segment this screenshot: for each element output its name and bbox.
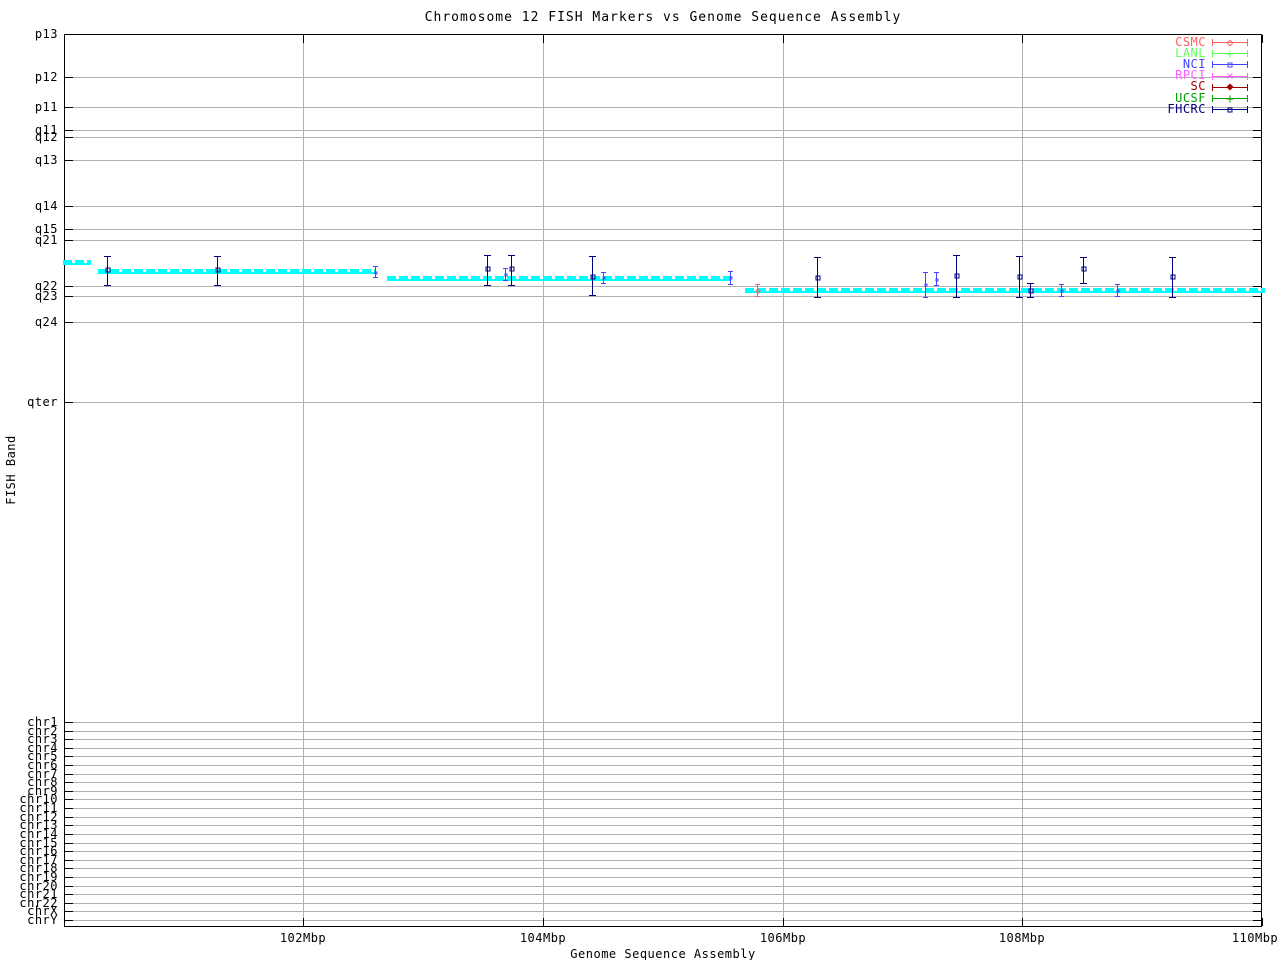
legend-marker-fhcrc [1227, 107, 1232, 113]
legend-sample-cap-left [1212, 39, 1213, 46]
legend-sample-cap-right [1247, 106, 1248, 114]
legend: CSMC LANL NCI RPCI SC UCSF FHCRC [0, 0, 1280, 960]
legend-sample-cap-right [1247, 61, 1248, 69]
legend-marker-sc [1225, 83, 1234, 91]
legend-sample-cap-right [1247, 50, 1248, 58]
legend-sample-cap-left [1212, 50, 1213, 58]
legend-sample-cap-right [1247, 72, 1248, 80]
legend-sample-cap-left [1212, 95, 1213, 102]
legend-marker-ucsf [1226, 95, 1233, 102]
legend-marker-rpci [1225, 71, 1235, 81]
legend-sample-cap-right [1247, 39, 1248, 46]
legend-sample-cap-right [1247, 83, 1248, 91]
fish-marker-chart: Chromosome 12 FISH Markers vs Genome Seq… [0, 0, 1280, 960]
legend-sample-cap-left [1212, 83, 1213, 91]
legend-sample-cap-left [1212, 106, 1213, 114]
legend-label-fhcrc: FHCRC [1167, 101, 1206, 116]
legend-sample-cap-left [1212, 72, 1213, 80]
legend-sample-cap-left [1212, 61, 1213, 69]
legend-marker-lanl [1226, 50, 1233, 58]
legend-marker-csmc [1225, 38, 1234, 47]
legend-marker-nci [1227, 62, 1232, 68]
legend-sample-cap-right [1247, 95, 1248, 102]
